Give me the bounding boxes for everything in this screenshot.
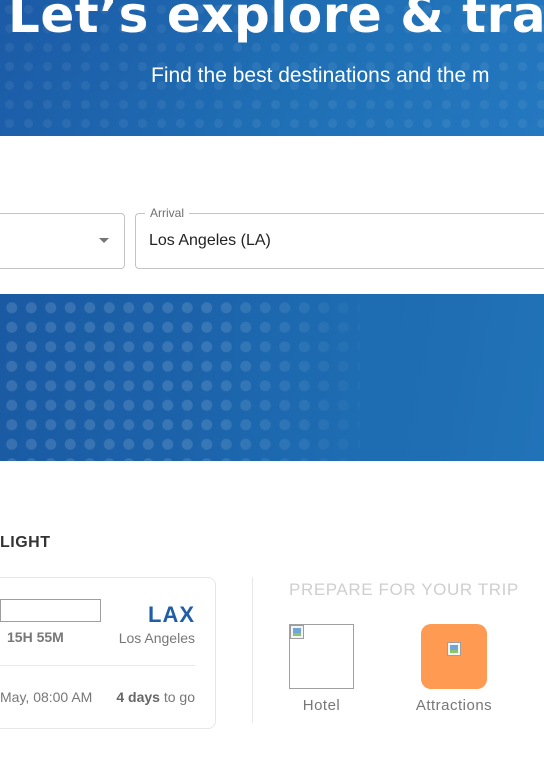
days-suffix: to go <box>159 689 195 705</box>
hero-subtitle: Find the best destinations and the m <box>151 64 490 87</box>
prepare-trip-title: PREPARE FOR YOUR TRIP <box>289 580 519 599</box>
attractions-button[interactable] <box>421 624 487 689</box>
hero-title: Let’s explore & trav <box>8 0 544 44</box>
hotel-icon <box>290 625 304 639</box>
arrival-field[interactable]: Arrival Los Angeles (LA) <box>135 206 544 269</box>
dropdown-arrow-icon <box>99 238 109 243</box>
attractions-icon <box>447 642 461 656</box>
flight-image-placeholder <box>0 599 101 622</box>
arrival-city: Los Angeles <box>118 630 195 646</box>
arrival-input[interactable]: Los Angeles (LA) <box>149 232 271 250</box>
attractions-label: Attractions <box>415 697 493 714</box>
arrival-airport-code: LAX <box>148 602 195 627</box>
banner-gradient <box>200 294 400 461</box>
days-to-go: 4 days to go <box>116 689 195 705</box>
card-divider <box>0 665 195 666</box>
days-count: 4 days <box>116 689 160 705</box>
section-divider <box>252 577 253 723</box>
flight-duration: 15H 55M <box>7 629 64 645</box>
hotel-label: Hotel <box>302 697 341 714</box>
hero-banner: Let’s explore & trav Find the best desti… <box>0 0 544 136</box>
hotel-button[interactable] <box>289 624 354 689</box>
arrival-label: Arrival <box>145 206 190 220</box>
departure-time: May, 08:00 AM <box>0 689 93 705</box>
departure-select[interactable] <box>0 213 125 269</box>
promo-banner <box>0 294 544 461</box>
flight-section-heading: LIGHT <box>0 534 51 551</box>
